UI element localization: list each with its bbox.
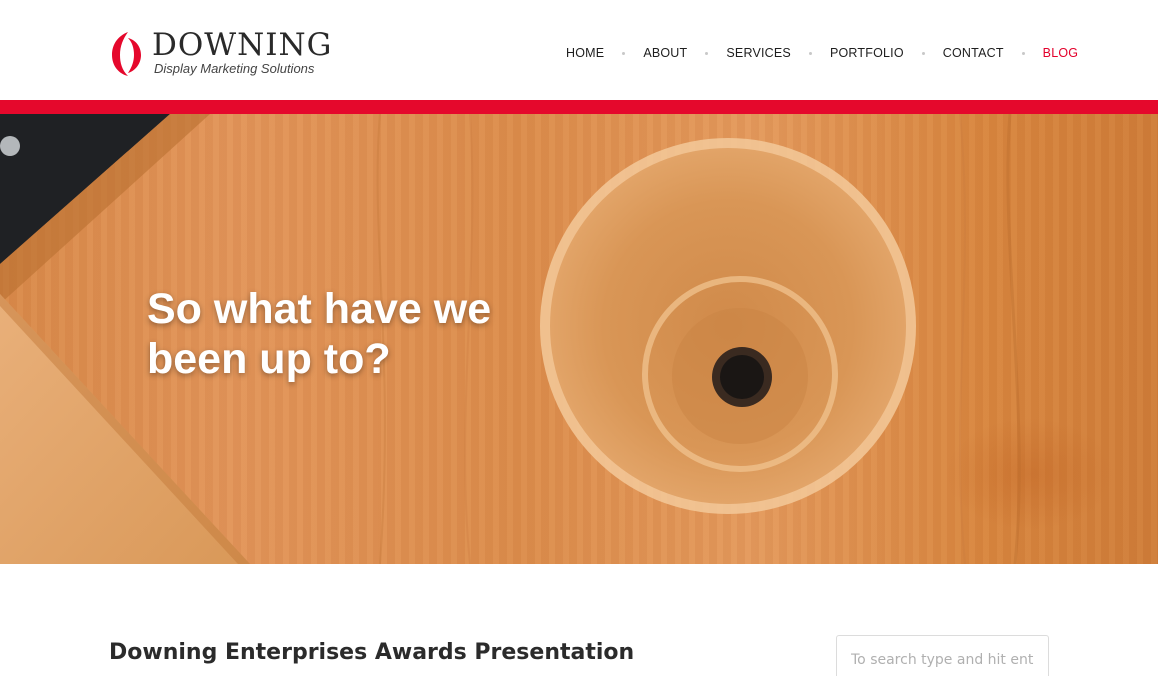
search-input[interactable]	[836, 635, 1049, 676]
hero-banner: So what have we been up to?	[0, 114, 1158, 564]
site-logo[interactable]: DOWNING Display Marketing Solutions	[108, 28, 331, 82]
accent-bar	[0, 100, 1158, 114]
nav-portfolio[interactable]: PORTFOLIO	[830, 46, 904, 60]
logo-tagline: Display Marketing Solutions	[154, 61, 315, 76]
nav-about[interactable]: ABOUT	[643, 46, 687, 60]
nav-home[interactable]: HOME	[566, 46, 604, 60]
nav-separator	[705, 51, 709, 55]
hero-title: So what have we been up to?	[147, 285, 492, 383]
nav-separator	[1021, 51, 1025, 55]
nav-blog[interactable]: BLOG	[1043, 46, 1079, 60]
main-nav: HOME ABOUT SERVICES PORTFOLIO CONTACT BL…	[566, 46, 1078, 60]
nav-separator	[622, 51, 626, 55]
nav-separator	[808, 51, 812, 55]
nav-separator	[921, 51, 925, 55]
logo-wordmark: DOWNING	[152, 27, 333, 63]
site-header: DOWNING Display Marketing Solutions HOME…	[0, 0, 1158, 100]
logo-mark-icon	[112, 32, 141, 76]
nav-contact[interactable]: CONTACT	[943, 46, 1004, 60]
nav-services[interactable]: SERVICES	[726, 46, 791, 60]
post-title[interactable]: Downing Enterprises Awards Presentation	[109, 638, 634, 668]
